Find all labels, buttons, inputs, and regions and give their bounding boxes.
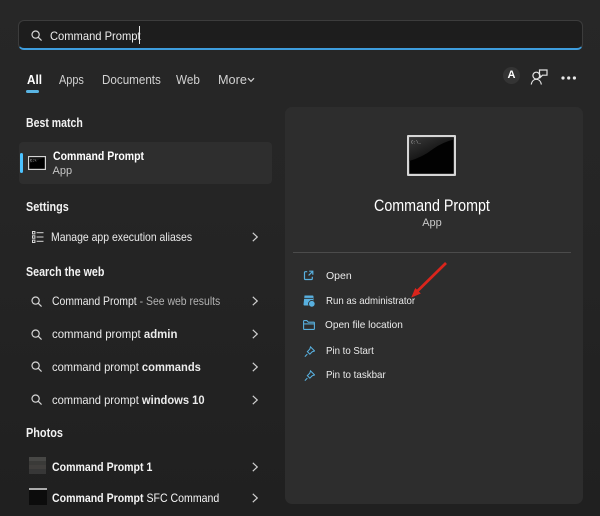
svg-text:C:\: C:\ — [30, 159, 36, 164]
svg-text:C:\_: C:\_ — [411, 141, 422, 146]
